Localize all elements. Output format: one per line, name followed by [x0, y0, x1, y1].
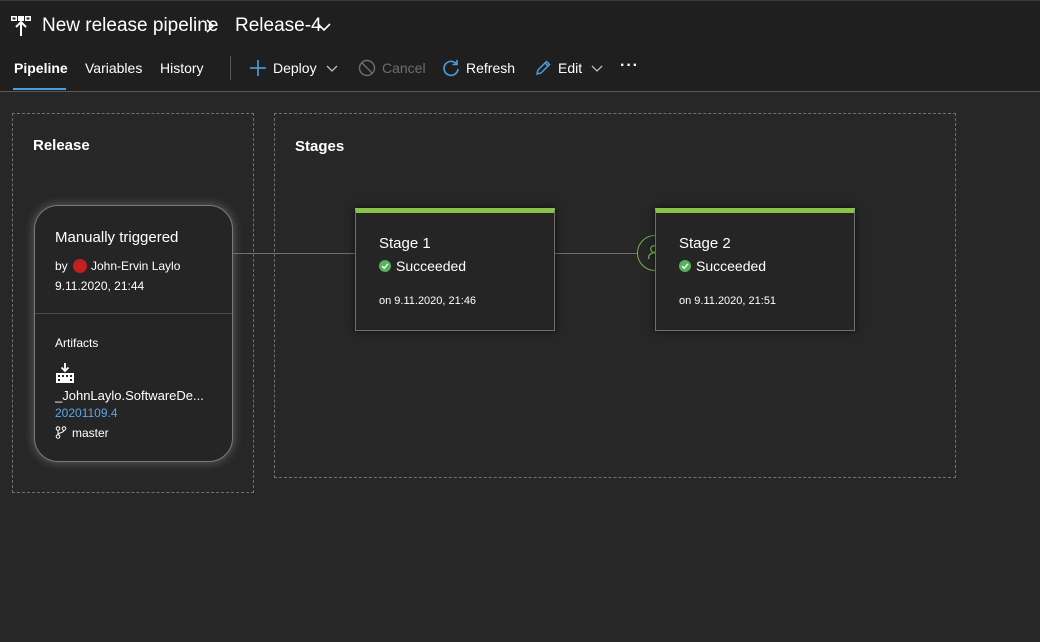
stage-1-status-label: Succeeded	[396, 258, 467, 274]
refresh-button[interactable]: Refresh	[442, 59, 515, 77]
edit-button[interactable]: Edit	[534, 59, 603, 77]
branch-icon	[55, 426, 67, 439]
build-artifact-icon	[56, 363, 74, 383]
pipeline-title[interactable]: New release pipeline	[42, 15, 218, 37]
refresh-label: Refresh	[466, 60, 516, 76]
page-header	[0, 0, 1040, 92]
deploy-button[interactable]: Deploy	[249, 59, 338, 77]
artifact-build-link[interactable]: 20201109.4	[55, 406, 118, 420]
chevron-down-icon	[326, 65, 338, 72]
release-date: 9.11.2020, 21:44	[55, 279, 145, 293]
more-options-button[interactable]: ···	[620, 57, 639, 75]
card-divider	[35, 313, 232, 314]
success-check-icon	[379, 260, 391, 272]
release-panel-title: Release	[33, 137, 90, 154]
cancel-button[interactable]: Cancel	[358, 59, 426, 77]
release-to-stage1-connector	[233, 253, 356, 254]
artifact-name: _JohnLaylo.SoftwareDe...	[55, 388, 204, 403]
stage1-to-stage2-connector	[554, 253, 638, 254]
tab-pipeline[interactable]: Pipeline	[14, 60, 68, 76]
stage-1-date: on 9.11.2020, 21:46	[379, 295, 477, 307]
stage-1-name: Stage 1	[379, 235, 431, 252]
stage-2-status-label: Succeeded	[696, 258, 767, 274]
deploy-label: Deploy	[273, 60, 317, 76]
edit-label: Edit	[558, 60, 583, 76]
breadcrumb-chevron-icon	[206, 19, 215, 33]
refresh-icon	[443, 60, 459, 77]
stage-1-status: Succeeded	[379, 258, 466, 274]
top-border	[0, 0, 1040, 1]
stages-panel-title: Stages	[295, 138, 345, 155]
cancel-icon	[358, 59, 376, 77]
trigger-text: Manually triggered	[55, 229, 179, 246]
stage-2-name: Stage 2	[679, 235, 731, 252]
pencil-icon	[535, 60, 551, 76]
cancel-label: Cancel	[382, 60, 426, 76]
tab-history[interactable]: History	[160, 60, 204, 76]
toolbar-divider	[230, 56, 231, 80]
by-label: by	[55, 259, 68, 273]
chevron-down-icon	[591, 65, 603, 72]
active-tab-indicator	[13, 88, 66, 90]
release-name[interactable]: Release-4	[235, 15, 322, 37]
stage-2-status: Succeeded	[679, 258, 766, 274]
plus-icon	[250, 60, 266, 76]
avatar	[73, 259, 87, 273]
chevron-down-icon[interactable]	[316, 20, 332, 34]
branch-name: master	[72, 426, 109, 440]
artifacts-label: Artifacts	[55, 336, 99, 350]
stage-2-date: on 9.11.2020, 21:51	[679, 295, 777, 307]
success-check-icon	[679, 260, 691, 272]
tab-variables[interactable]: Variables	[85, 60, 142, 76]
release-pipeline-icon	[11, 16, 31, 36]
author-name: John-Ervin Laylo	[91, 259, 181, 273]
